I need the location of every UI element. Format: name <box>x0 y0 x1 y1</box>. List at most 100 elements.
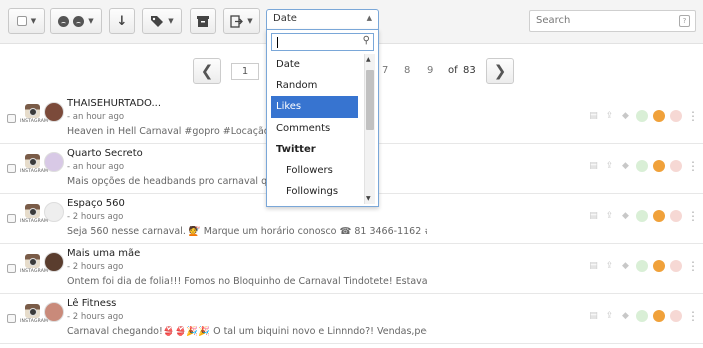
author-name[interactable]: Quarto Secreto <box>67 148 143 159</box>
neutral-sentiment-button[interactable] <box>653 210 665 222</box>
page-link[interactable]: 8 <box>404 65 410 76</box>
scrollbar-thumb[interactable] <box>366 70 374 130</box>
row-checkbox[interactable] <box>7 314 16 323</box>
checkbox-icon <box>16 16 27 26</box>
archive-icon[interactable]: ▤ <box>588 111 599 122</box>
archive-button[interactable] <box>190 8 216 34</box>
select-all-button[interactable]: ▼ <box>8 8 45 34</box>
negative-sentiment-button[interactable] <box>670 260 682 272</box>
sort-option-list: Date Random Likes Comments Twitter Followers F… <box>271 54 358 202</box>
sort-option-date[interactable]: Date <box>271 54 358 75</box>
instagram-icon: INSTAGRAM <box>20 204 48 224</box>
search-placeholder: Search <box>536 15 571 26</box>
negative-sentiment-button[interactable] <box>670 210 682 222</box>
post-row[interactable]: INSTAGRAM Mais uma mãe - 2 hours ago Ont… <box>0 244 703 294</box>
author-name[interactable]: Espaço 560 <box>67 198 125 209</box>
tag-icon[interactable]: ◆ <box>620 161 631 172</box>
dropdown-scrollbar[interactable]: ▲ ▼ <box>364 54 375 204</box>
mood-button[interactable]: ▼ <box>50 8 102 34</box>
row-actions: ▤ ⇪ ◆ ⋮ <box>588 259 699 273</box>
more-options-icon[interactable]: ⋮ <box>687 260 699 272</box>
chevron-down-icon: ▼ <box>247 17 253 25</box>
network-label: INSTAGRAM <box>20 169 49 174</box>
tag-icon[interactable]: ◆ <box>620 211 631 222</box>
move-down-button[interactable]: ↓ <box>109 8 135 34</box>
share-icon[interactable]: ⇪ <box>604 111 615 122</box>
chevron-down-icon: ▼ <box>168 17 174 25</box>
archive-icon[interactable]: ▤ <box>588 211 599 222</box>
instagram-icon: INSTAGRAM <box>20 154 48 174</box>
positive-sentiment-button[interactable] <box>636 260 648 272</box>
avatar[interactable] <box>44 102 64 122</box>
sort-option-followers[interactable]: Followers <box>271 160 358 181</box>
neutral-sentiment-button[interactable] <box>653 260 665 272</box>
share-icon[interactable]: ⇪ <box>604 261 615 272</box>
tag-icon[interactable]: ◆ <box>620 261 631 272</box>
avatar[interactable] <box>44 252 64 272</box>
share-icon[interactable]: ⇪ <box>604 211 615 222</box>
row-checkbox[interactable] <box>7 114 16 123</box>
more-options-icon[interactable]: ⋮ <box>687 110 699 122</box>
post-time: - an hour ago <box>67 162 125 172</box>
sort-option-random[interactable]: Random <box>271 75 358 96</box>
share-icon[interactable]: ⇪ <box>604 311 615 322</box>
row-checkbox[interactable] <box>7 164 16 173</box>
archive-icon[interactable]: ▤ <box>588 311 599 322</box>
post-time: - 2 hours ago <box>67 312 124 322</box>
page-link[interactable]: 7 <box>382 65 388 76</box>
archive-icon[interactable]: ▤ <box>588 161 599 172</box>
down-arrow-icon: ↓ <box>116 13 128 29</box>
sort-option-comments[interactable]: Comments <box>271 118 358 139</box>
author-name[interactable]: Lê Fitness <box>67 298 116 309</box>
post-text[interactable]: Ontem foi dia de folia!!! Fomos no Bloqu… <box>67 276 427 287</box>
export-icon <box>230 14 244 28</box>
more-options-icon[interactable]: ⋮ <box>687 210 699 222</box>
sort-option-followings[interactable]: Followings <box>271 181 358 202</box>
positive-sentiment-button[interactable] <box>636 210 648 222</box>
dropdown-search-input[interactable]: ⚲ <box>271 33 374 51</box>
tag-icon[interactable]: ◆ <box>620 311 631 322</box>
post-text[interactable]: Carnaval chegando!👙👙🎉🎉 O tal um biquini … <box>67 326 427 337</box>
sort-dropdown: ⚲ Date Random Likes Comments Twitter Follower… <box>266 29 379 207</box>
export-button[interactable]: ▼ <box>223 8 260 34</box>
archive-icon <box>197 15 209 27</box>
author-name[interactable]: Mais uma mãe <box>67 248 140 259</box>
positive-sentiment-button[interactable] <box>636 110 648 122</box>
sad-face-icon <box>73 15 85 27</box>
avatar[interactable] <box>44 302 64 322</box>
next-page-button[interactable]: ❯ <box>486 58 514 84</box>
sort-option-likes[interactable]: Likes <box>271 96 358 118</box>
post-row[interactable]: INSTAGRAM Lê Fitness - 2 hours ago Carna… <box>0 294 703 344</box>
author-name[interactable]: THAISEHURTADO... <box>67 98 161 109</box>
page-of-label: of <box>448 65 458 76</box>
post-time: - 2 hours ago <box>67 262 124 272</box>
neutral-sentiment-button[interactable] <box>653 110 665 122</box>
tag-button[interactable]: ▼ <box>142 8 182 34</box>
scroll-down-icon[interactable]: ▼ <box>366 195 371 202</box>
page-link[interactable]: 9 <box>427 65 433 76</box>
prev-page-button[interactable]: ❮ <box>193 58 221 84</box>
archive-icon[interactable]: ▤ <box>588 261 599 272</box>
avatar[interactable] <box>44 202 64 222</box>
positive-sentiment-button[interactable] <box>636 160 648 172</box>
negative-sentiment-button[interactable] <box>670 110 682 122</box>
avatar[interactable] <box>44 152 64 172</box>
help-icon[interactable]: ? <box>679 15 690 27</box>
scroll-up-icon[interactable]: ▲ <box>366 56 371 63</box>
row-checkbox[interactable] <box>7 264 16 273</box>
more-options-icon[interactable]: ⋮ <box>687 310 699 322</box>
more-options-icon[interactable]: ⋮ <box>687 160 699 172</box>
neutral-sentiment-button[interactable] <box>653 160 665 172</box>
positive-sentiment-button[interactable] <box>636 310 648 322</box>
row-checkbox[interactable] <box>7 214 16 223</box>
share-icon[interactable]: ⇪ <box>604 161 615 172</box>
sort-select[interactable]: Date ▲ <box>266 9 379 31</box>
neutral-sentiment-button[interactable] <box>653 310 665 322</box>
negative-sentiment-button[interactable] <box>670 310 682 322</box>
post-time: - an hour ago <box>67 112 125 122</box>
tag-icon[interactable]: ◆ <box>620 111 631 122</box>
negative-sentiment-button[interactable] <box>670 160 682 172</box>
post-text[interactable]: Seja 560 nesse carnaval. 💇 Marque um hor… <box>67 226 427 237</box>
search-input[interactable]: Search ? <box>529 10 696 32</box>
page-number-input[interactable]: 1 <box>231 63 259 80</box>
